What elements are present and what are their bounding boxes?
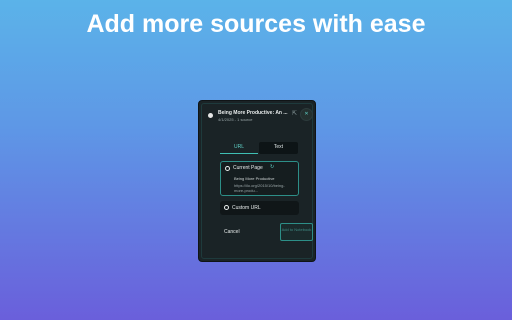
tab-text[interactable]: Text [259,142,298,154]
close-icon[interactable]: ✕ [300,108,313,121]
source-type-tabs: URL Text [220,142,299,154]
current-page-title: Being More Productive [234,176,275,181]
current-page-label: Current Page [233,165,263,171]
cancel-button[interactable]: Cancel [224,229,240,235]
panel-header: Being More Productive: An ... 4/1/2025 -… [208,108,313,128]
current-page-url: https://ilo.org/2015/10/being-more-produ… [234,183,285,193]
custom-url-label: Custom URL [232,205,261,211]
external-link-icon[interactable]: ⇱ [292,110,297,117]
current-page-option[interactable]: Current Page ↻ Being More Productive htt… [220,161,299,196]
panel-frame: Being More Productive: An ... 4/1/2025 -… [201,103,313,259]
promo-headline: Add more sources with ease [86,10,426,38]
notebook-subtitle: 4/1/2025 - 1 source [218,117,253,122]
add-source-panel: Being More Productive: An ... 4/1/2025 -… [198,100,316,262]
refresh-icon[interactable]: ↻ [270,164,274,170]
custom-url-option[interactable]: Custom URL [220,201,299,215]
custom-url-radio[interactable] [224,205,229,210]
tab-url[interactable]: URL [220,142,258,154]
notebook-title: Being More Productive: An ... [218,110,288,116]
add-to-notebook-button[interactable]: Add to Notebook [280,223,313,241]
current-page-radio[interactable] [225,166,230,171]
source-dot-icon [208,113,213,118]
